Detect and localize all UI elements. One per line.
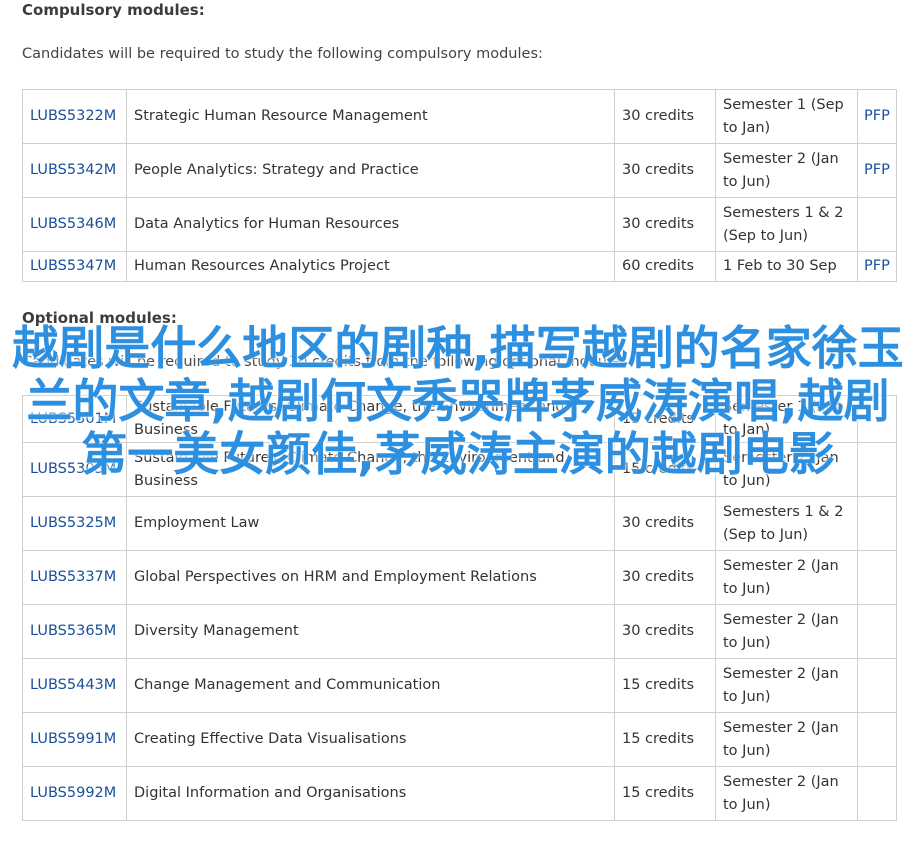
pfp-link[interactable]: PFP (864, 162, 890, 178)
module-semester: Semesters 1 & 2 (Sep to Jun) (715, 496, 858, 551)
table-row: LUBS5992M Digital Information and Organi… (22, 766, 897, 821)
page: Compulsory modules: Candidates will be r… (0, 0, 916, 845)
pfp-cell-empty (857, 550, 897, 605)
pfp-link[interactable]: PFP (864, 258, 890, 274)
module-semester: 1 Feb to 30 Sep (715, 251, 858, 282)
module-code-link[interactable]: LUBS5365M (30, 623, 116, 639)
module-code-link[interactable]: LUBS5325M (30, 515, 116, 531)
table-row: LUBS5325M Employment Law 30 credits Seme… (22, 496, 897, 551)
module-semester: Semester 2 (Jan to Jun) (715, 658, 858, 713)
module-code-link[interactable]: LUBS5337M (30, 569, 116, 585)
module-semester: Semester 2 (Jan to Jun) (715, 766, 858, 821)
module-title: Change Management and Communication (126, 658, 615, 713)
module-credits: 30 credits (614, 197, 716, 252)
module-semester: Semesters 1 & 2 (Sep to Jun) (715, 197, 858, 252)
module-title: Employment Law (126, 496, 615, 551)
module-semester: Semester 2 (Jan to Jun) (715, 550, 858, 605)
module-semester: Semester 2 (Jan to Jun) (715, 143, 858, 198)
module-title: Global Perspectives on HRM and Employmen… (126, 550, 615, 605)
module-code-link[interactable]: LUBS5346M (30, 216, 116, 232)
module-code-link[interactable]: LUBS5342M (30, 162, 116, 178)
module-credits: 60 credits (614, 251, 716, 282)
pfp-cell-empty (857, 604, 897, 659)
compulsory-modules-table: LUBS5322M Strategic Human Resource Manag… (22, 89, 897, 282)
module-code-link[interactable]: LUBS5322M (30, 108, 116, 124)
module-credits: 15 credits (614, 712, 716, 767)
module-credits: 30 credits (614, 143, 716, 198)
module-code-link[interactable]: LUBS5992M (30, 785, 116, 801)
module-title: Data Analytics for Human Resources (126, 197, 615, 252)
compulsory-intro: Candidates will be required to study the… (22, 46, 543, 62)
module-title: Digital Information and Organisations (126, 766, 615, 821)
module-title: Diversity Management (126, 604, 615, 659)
module-credits: 15 credits (614, 766, 716, 821)
pfp-cell-empty (857, 197, 897, 252)
table-row: LUBS5322M Strategic Human Resource Manag… (22, 89, 897, 144)
module-code-link[interactable]: LUBS5991M (30, 731, 116, 747)
module-title: People Analytics: Strategy and Practice (126, 143, 615, 198)
overlay-headline: 越剧是什么地区的剧种,描写越剧的名家徐玉兰的文章,越剧何文秀哭牌茅威涛演唱,越剧… (12, 321, 904, 481)
module-semester: Semester 2 (Jan to Jun) (715, 604, 858, 659)
module-title: Human Resources Analytics Project (126, 251, 615, 282)
table-row: LUBS5346M Data Analytics for Human Resou… (22, 197, 897, 252)
table-row: LUBS5337M Global Perspectives on HRM and… (22, 550, 897, 605)
module-code-link[interactable]: LUBS5347M (30, 258, 116, 274)
pfp-link[interactable]: PFP (864, 108, 890, 124)
module-title: Creating Effective Data Visualisations (126, 712, 615, 767)
pfp-cell-empty (857, 766, 897, 821)
module-credits: 30 credits (614, 604, 716, 659)
module-credits: 15 credits (614, 658, 716, 713)
compulsory-heading: Compulsory modules: (22, 1, 205, 19)
table-row: LUBS5443M Change Management and Communic… (22, 658, 897, 713)
table-row: LUBS5365M Diversity Management 30 credit… (22, 604, 897, 659)
module-credits: 30 credits (614, 496, 716, 551)
module-code-link[interactable]: LUBS5443M (30, 677, 116, 693)
table-row: LUBS5347M Human Resources Analytics Proj… (22, 251, 897, 282)
module-semester: Semester 2 (Jan to Jun) (715, 712, 858, 767)
module-credits: 30 credits (614, 89, 716, 144)
table-row: LUBS5991M Creating Effective Data Visual… (22, 712, 897, 767)
module-credits: 30 credits (614, 550, 716, 605)
table-row: LUBS5342M People Analytics: Strategy and… (22, 143, 897, 198)
pfp-cell-empty (857, 658, 897, 713)
module-title: Strategic Human Resource Management (126, 89, 615, 144)
module-semester: Semester 1 (Sep to Jan) (715, 89, 858, 144)
pfp-cell-empty (857, 496, 897, 551)
pfp-cell-empty (857, 712, 897, 767)
